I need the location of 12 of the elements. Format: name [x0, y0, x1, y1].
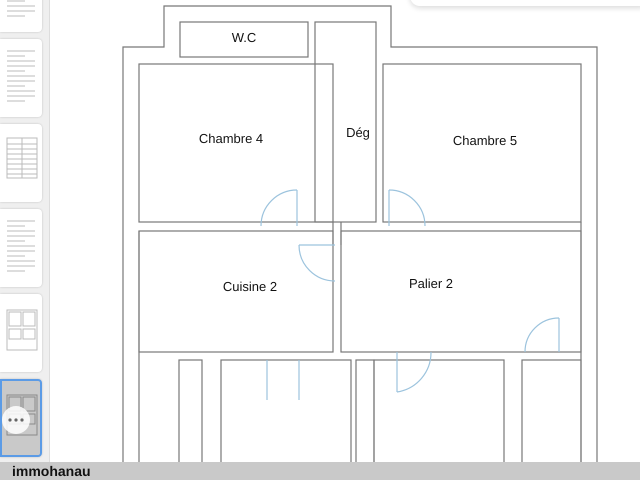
room-label: W.C [232, 30, 256, 45]
page-thumbnail[interactable] [0, 124, 42, 202]
more-icon [8, 418, 24, 422]
page-thumbnail[interactable] [0, 39, 42, 117]
page-thumbnail[interactable] [0, 294, 42, 372]
room-label: Dég [346, 125, 370, 140]
site-name: immohanau [12, 464, 91, 478]
room-label: Cuisine 2 [222, 279, 278, 294]
room-label: Chambre 5 [452, 133, 518, 148]
page-thumbnail[interactable] [0, 209, 42, 287]
room-label: Chambre 4 [198, 131, 264, 146]
room-label: Palier 2 [408, 276, 454, 291]
